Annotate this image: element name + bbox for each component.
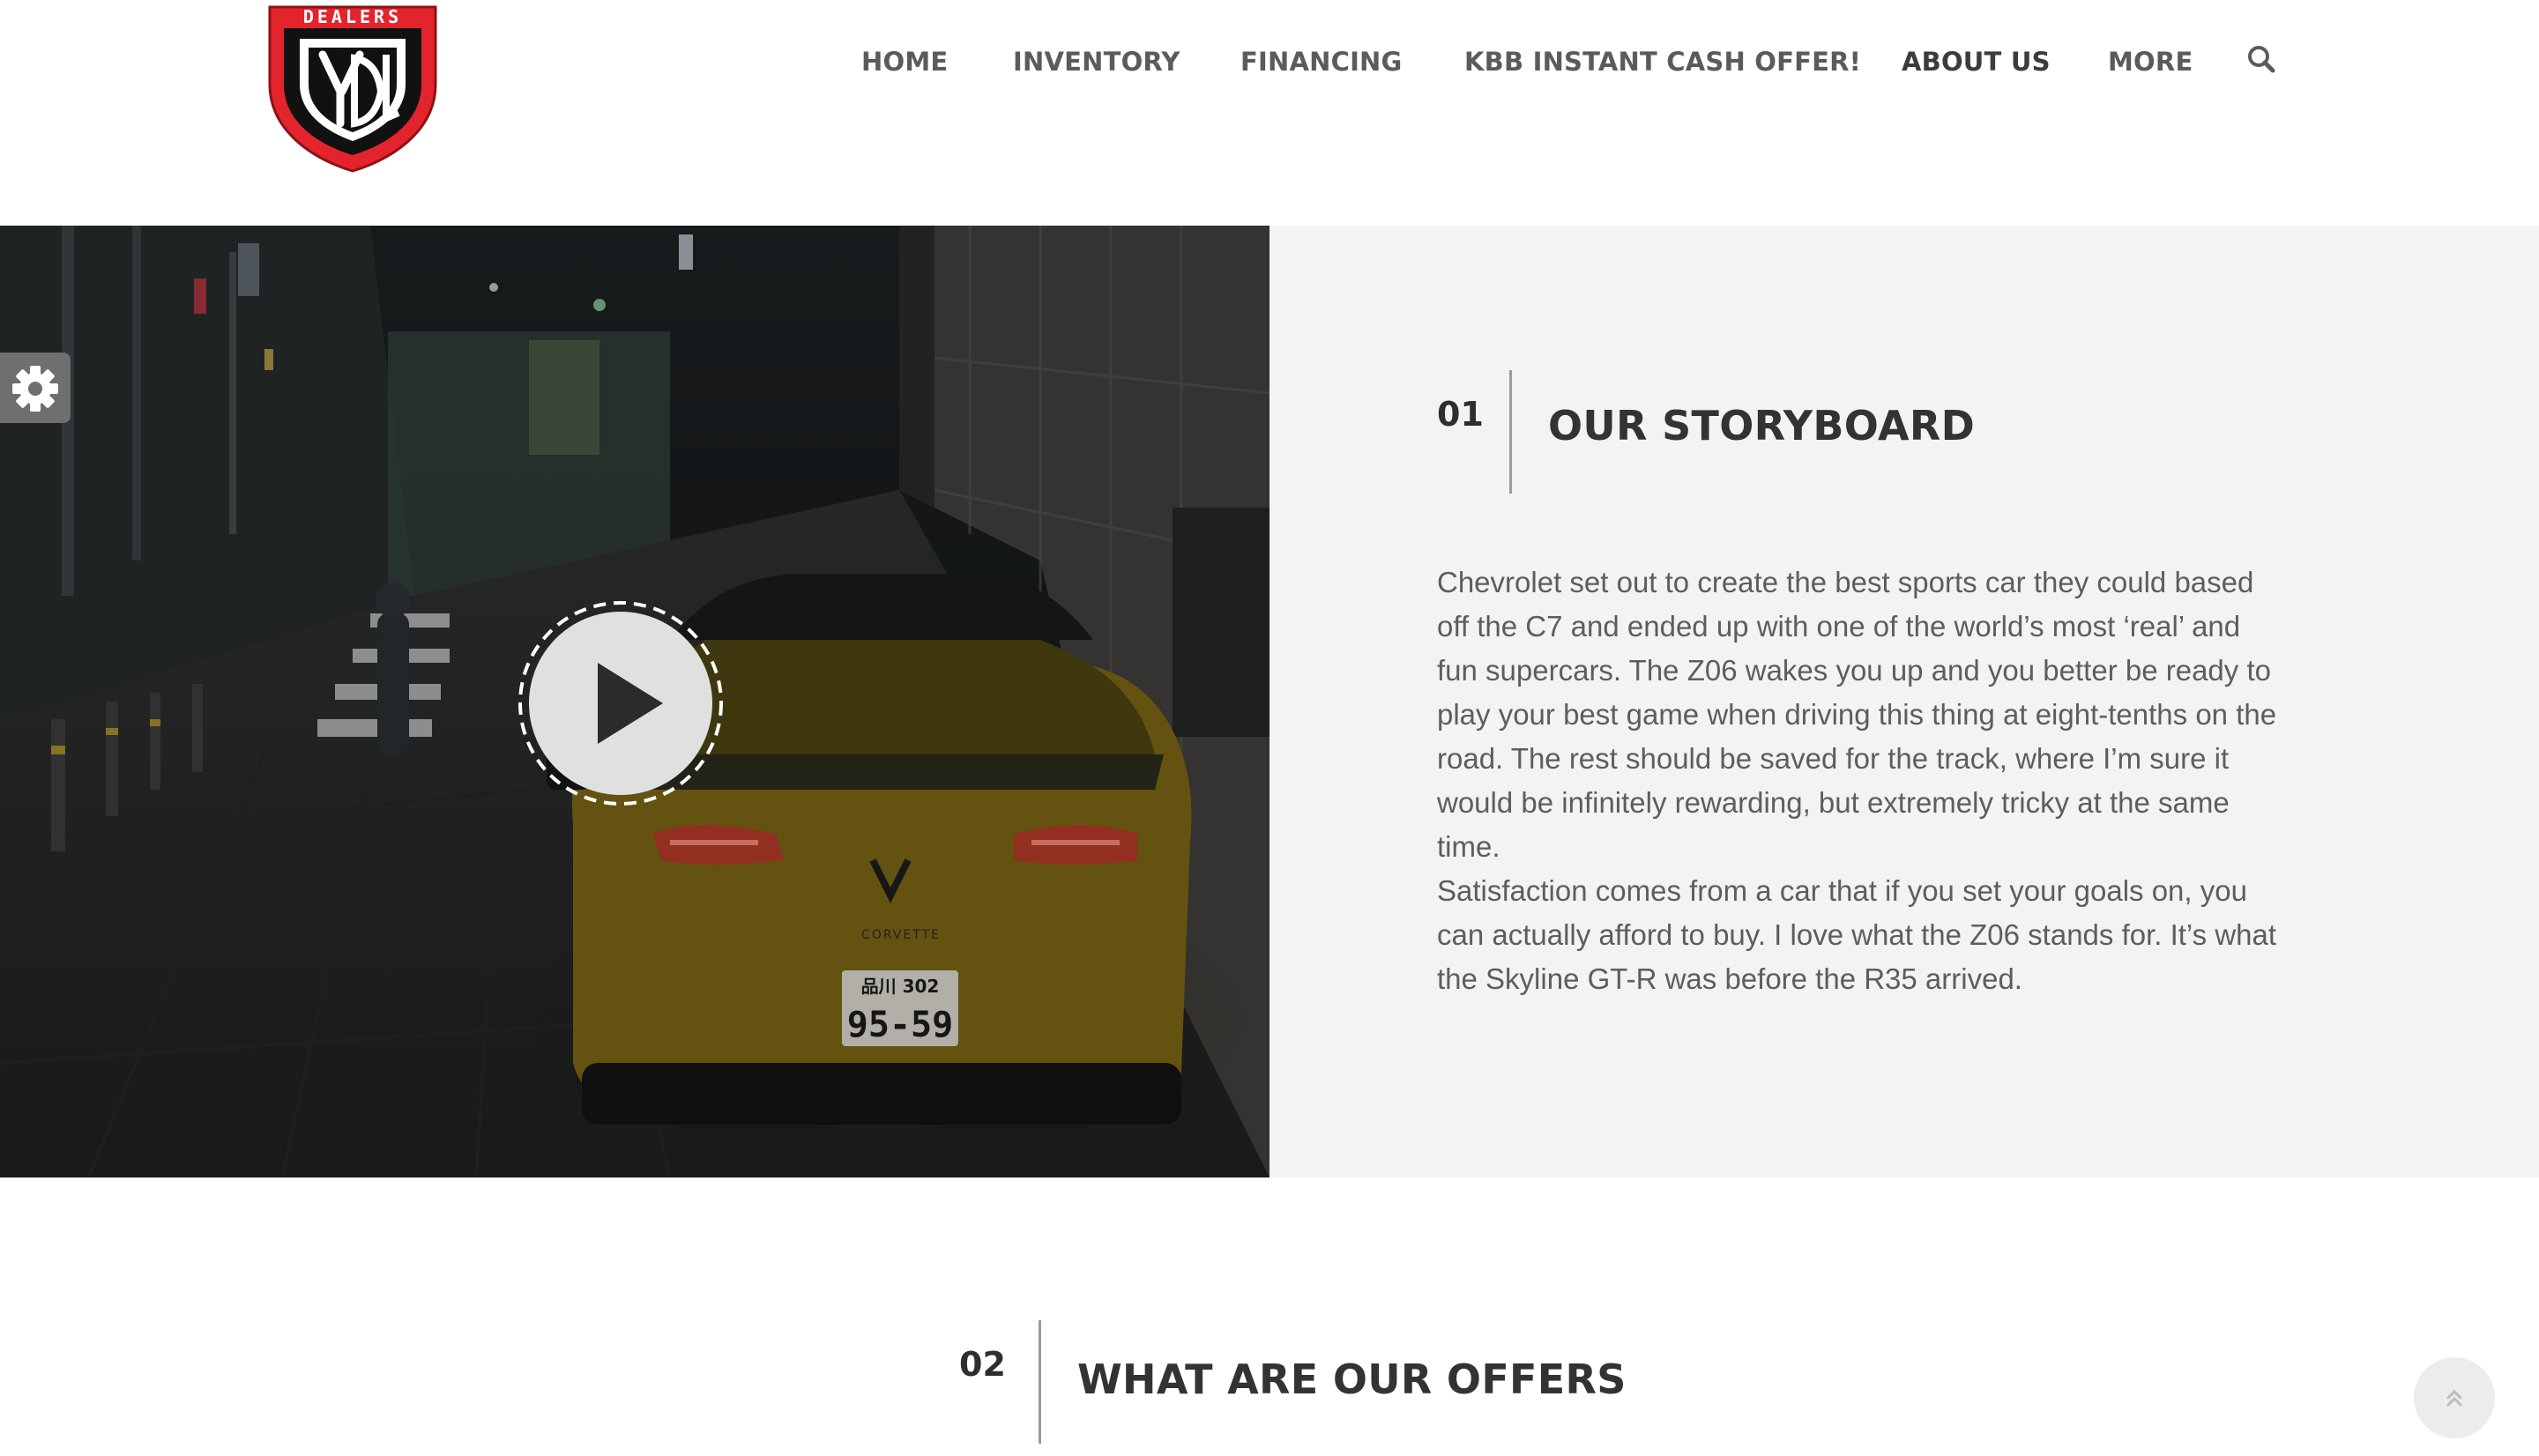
nav-inventory[interactable]: INVENTORY [1013, 42, 1180, 81]
story-paragraph: Chevrolet set out to create the best spo… [1437, 566, 2277, 863]
nav-financing[interactable]: FINANCING [1240, 42, 1403, 81]
section-title: OUR STORYBOARD [1548, 402, 1976, 449]
search-icon[interactable] [2246, 44, 2276, 74]
offers-section-title: WHAT ARE OUR OFFERS [1077, 1356, 1627, 1403]
storyboard-section: 品川 302 95-59 CORVETTE 01 OUR STORYBOARD … [0, 226, 2539, 1177]
offers-section-divider [1039, 1320, 1041, 1444]
offers-section: 02 WHAT ARE OUR OFFERS [0, 1177, 2539, 1456]
back-to-top-button[interactable] [2414, 1357, 2495, 1438]
story-paragraph: Satisfaction comes from a car that if yo… [1437, 874, 2277, 995]
nav-kbb-instant-cash-offer[interactable]: KBB INSTANT CASH OFFER! [1464, 42, 1861, 81]
dealer-logo[interactable]: DEALERS [264, 4, 441, 173]
double-chevron-up-icon [2446, 1389, 2462, 1407]
logo-top-text: DEALERS [303, 6, 402, 27]
nav-about-us[interactable]: ABOUT US [1902, 42, 2051, 81]
site-header: DEALERS HOME INVENTORY FINANCING KBB INS… [0, 0, 2539, 226]
video-thumbnail[interactable]: 品川 302 95-59 CORVETTE [0, 226, 1270, 1177]
story-text: Chevrolet set out to create the best spo… [1437, 561, 2283, 1001]
play-video-button[interactable] [517, 599, 725, 807]
section-divider [1509, 370, 1512, 494]
storyboard-panel: 01 OUR STORYBOARD Chevrolet set out to c… [1270, 226, 2539, 1177]
main-nav: HOME INVENTORY FINANCING KBB INSTANT CAS… [0, 42, 2539, 81]
section-number: 01 [1437, 395, 1484, 434]
gear-icon [12, 366, 58, 412]
nav-more[interactable]: MORE [2108, 42, 2193, 81]
settings-toggle[interactable] [0, 353, 71, 423]
play-icon [518, 601, 723, 806]
logo-shield-icon: DEALERS [268, 5, 437, 173]
offers-section-number: 02 [959, 1345, 1006, 1384]
nav-home[interactable]: HOME [861, 42, 948, 81]
